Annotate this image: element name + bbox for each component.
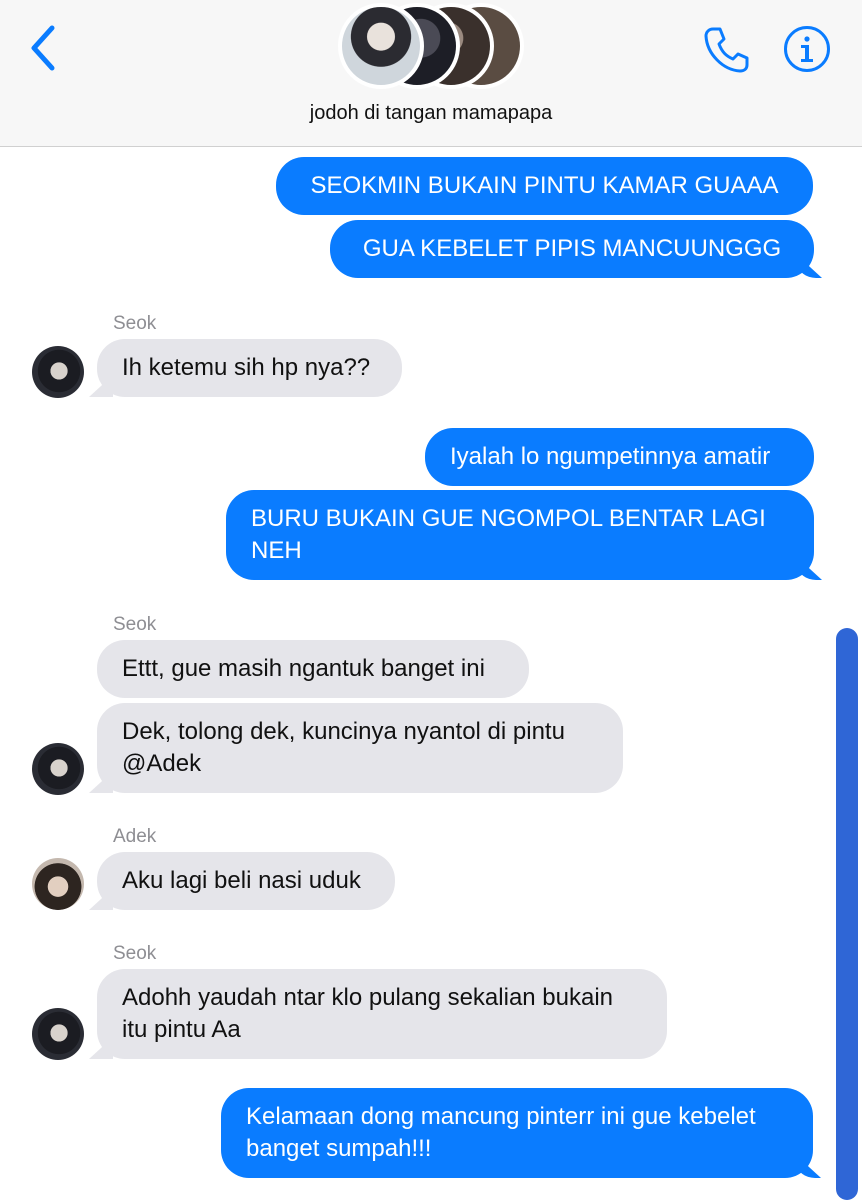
outgoing-message[interactable]: BURU BUKAIN GUE NGOMPOL BENTAR LAGI NEH xyxy=(226,490,814,580)
avatar[interactable] xyxy=(32,743,84,795)
scrollbar[interactable] xyxy=(836,628,858,1200)
chevron-left-icon xyxy=(31,25,55,71)
outgoing-message[interactable]: Iyalah lo ngumpetinnya amatir xyxy=(425,428,814,486)
call-button[interactable] xyxy=(700,24,752,76)
sender-name: Adek xyxy=(113,826,157,847)
incoming-message[interactable]: Ettt, gue masih ngantuk banget ini xyxy=(97,640,529,698)
sender-name: Seok xyxy=(113,614,157,635)
outgoing-message[interactable]: Kelamaan dong mancung pinterr ini gue ke… xyxy=(221,1088,813,1178)
incoming-message[interactable]: Aku lagi beli nasi uduk xyxy=(97,852,395,910)
avatar[interactable] xyxy=(32,858,84,910)
sender-name: Seok xyxy=(113,943,157,964)
message-line: Dek, tolong dek, kuncinya nyantol di pin… xyxy=(122,718,565,745)
outgoing-message[interactable]: SEOKMIN BUKAIN PINTU KAMAR GUAAA xyxy=(276,157,813,215)
sender-name: Seok xyxy=(113,313,157,334)
info-icon xyxy=(784,26,830,72)
avatar[interactable] xyxy=(32,1008,84,1060)
message-line: Kelamaan dong mancung pinterr ini gue ke… xyxy=(246,1103,756,1130)
incoming-message[interactable]: Ih ketemu sih hp nya?? xyxy=(97,339,402,397)
message-line: BURU BUKAIN GUE NGOMPOL BENTAR LAGI xyxy=(251,505,766,532)
message-line: Adohh yaudah ntar klo pulang sekalian bu… xyxy=(122,984,614,1011)
message-line: NEH xyxy=(251,537,302,564)
back-button[interactable] xyxy=(22,22,66,74)
incoming-message[interactable]: Dek, tolong dek, kuncinya nyantol di pin… xyxy=(97,703,623,793)
group-avatars[interactable] xyxy=(338,3,528,89)
avatar[interactable] xyxy=(32,346,84,398)
incoming-message[interactable]: Adohh yaudah ntar klo pulang sekalian bu… xyxy=(97,969,667,1059)
phone-icon xyxy=(704,27,749,73)
group-name[interactable]: jodoh di tangan mamapapa xyxy=(0,102,862,125)
member-avatar xyxy=(338,3,424,89)
info-button[interactable] xyxy=(782,24,832,74)
message-line: banget sumpah!!! xyxy=(246,1135,432,1162)
outgoing-message[interactable]: GUA KEBELET PIPIS MANCUUNGGG xyxy=(330,220,814,278)
message-line: @Adek xyxy=(122,750,202,777)
message-line: itu pintu Aa xyxy=(122,1016,241,1043)
chat-header: jodoh di tangan mamapapa xyxy=(0,0,862,147)
